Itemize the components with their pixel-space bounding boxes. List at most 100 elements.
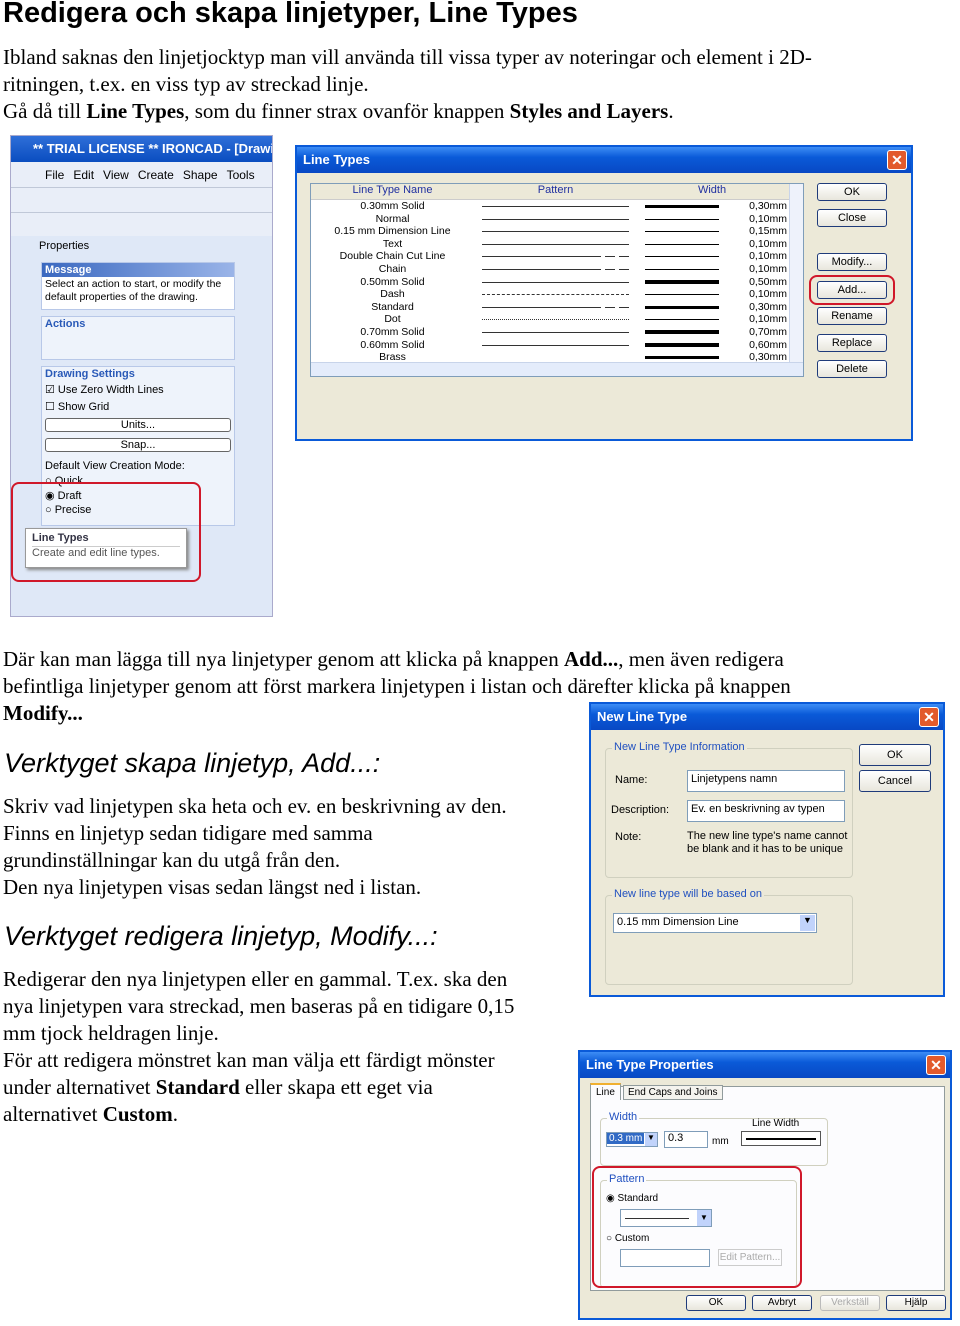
pattern-preview	[474, 200, 637, 213]
snap-button[interactable]: Snap...	[45, 438, 231, 452]
width-preview	[637, 250, 727, 263]
close-icon[interactable]: ✕	[926, 1055, 946, 1075]
paragraph-add: Skriv vad linjetypen ska heta och ev. en…	[3, 794, 507, 899]
width-preview	[637, 288, 727, 301]
heading-modify: Verktyget redigera linjetyp, Modify...:	[4, 921, 438, 951]
table-row[interactable]: 0.50mm Solid 0,50mm	[311, 276, 803, 289]
hjalp-button[interactable]: Hjälp	[886, 1295, 946, 1311]
tab-end-caps[interactable]: End Caps and Joins	[623, 1085, 723, 1100]
line-type-name: 0.15 mm Dimension Line	[334, 225, 451, 238]
table-row[interactable]: 0.30mm Solid 0,30mm	[311, 200, 803, 213]
width-input[interactable]: 0.3	[664, 1131, 708, 1148]
pattern-preview	[474, 326, 637, 339]
table-row[interactable]: Chain 0,10mm	[311, 263, 803, 276]
pattern-preview	[474, 213, 637, 226]
pattern-highlight	[592, 1166, 802, 1288]
table-row[interactable]: 0.60mm Solid 0,60mm	[311, 339, 803, 352]
width-preview	[637, 313, 727, 326]
show-grid-checkbox[interactable]: ☐ Show Grid	[42, 398, 234, 415]
close-button[interactable]: Close	[817, 209, 887, 227]
width-preview	[637, 276, 727, 289]
width-value: 0,50mm	[749, 275, 787, 288]
avbryt-button[interactable]: Avbryt	[752, 1295, 812, 1311]
table-row[interactable]: Standard 0,30mm	[311, 301, 803, 314]
zero-width-checkbox[interactable]: ☑ Use Zero Width Lines	[42, 381, 234, 398]
actions-panel: Actions	[41, 316, 235, 360]
ironcad-screenshot: ** TRIAL LICENSE ** IRONCAD - [Drawin Fi…	[10, 135, 273, 617]
line-type-name: Normal	[375, 212, 410, 225]
table-row[interactable]: Text 0,10mm	[311, 238, 803, 251]
line-type-name: Double Chain Cut Line	[339, 250, 446, 263]
width-value: 0,60mm	[749, 338, 787, 351]
horizontal-scrollbar[interactable]	[311, 362, 803, 376]
width-value: 0,30mm	[749, 300, 787, 313]
width-value: 0,15mm	[749, 225, 787, 238]
pattern-preview	[474, 263, 637, 276]
replace-button[interactable]: Replace	[817, 334, 887, 352]
note-text: The new line type's name cannot be blank…	[687, 830, 848, 855]
delete-button[interactable]: Delete	[817, 360, 887, 378]
menu-view[interactable]: View	[103, 168, 129, 187]
name-input[interactable]: Linjetypens namn	[687, 770, 845, 792]
line-type-name: 0.70mm Solid	[360, 325, 425, 338]
based-on-select[interactable]: 0.15 mm Dimension Line ▼	[613, 913, 817, 933]
table-row[interactable]: Normal 0,10mm	[311, 213, 803, 226]
ok-button[interactable]: OK	[686, 1295, 746, 1311]
based-on-group: New line type will be based on	[605, 888, 853, 985]
pattern-preview	[474, 250, 637, 263]
menu-tools[interactable]: Tools	[227, 168, 255, 187]
table-row[interactable]: Dash 0,10mm	[311, 288, 803, 301]
new-line-type-dialog: New Line Type ✕ New Line Type Information…	[589, 702, 945, 997]
line-width-preview	[741, 1131, 821, 1146]
width-preview	[637, 238, 727, 251]
line-type-properties-dialog: Line Type Properties ✕ Line End Caps and …	[578, 1050, 952, 1320]
pattern-preview	[474, 313, 637, 326]
table-row[interactable]: Double Chain Cut Line 0,10mm	[311, 250, 803, 263]
tab-line[interactable]: Line	[590, 1083, 621, 1100]
toolbar-2	[11, 212, 272, 236]
heading-add: Verktyget skapa linjetyp, Add...:	[4, 748, 381, 778]
pattern-preview	[474, 301, 637, 314]
chevron-down-icon: ▼	[800, 915, 815, 931]
line-types-dialog: Line Types ✕ Line Type Name Pattern Width 0…	[295, 145, 913, 441]
pattern-preview	[474, 339, 637, 352]
line-type-name: Standard	[371, 300, 414, 313]
properties-header: Properties	[39, 240, 90, 252]
pattern-preview	[474, 288, 637, 301]
pattern-preview	[474, 238, 637, 251]
modify-button[interactable]: Modify...	[817, 253, 887, 271]
pattern-preview	[474, 225, 637, 238]
table-row[interactable]: 0.70mm Solid 0,70mm	[311, 326, 803, 339]
table-row[interactable]: 0.15 mm Dimension Line 0,15mm	[311, 225, 803, 238]
app-title: ** TRIAL LICENSE ** IRONCAD - [Drawin	[11, 136, 272, 162]
width-select[interactable]: 0.3 mm ▼	[606, 1132, 658, 1147]
page-title: Redigera och skapa linjetyper, Line Type…	[3, 0, 578, 29]
width-value: 0,10mm	[749, 262, 787, 275]
ok-button[interactable]: OK	[859, 744, 931, 766]
menu-file[interactable]: File	[45, 168, 64, 187]
width-value: 0,10mm	[749, 313, 787, 326]
close-icon[interactable]: ✕	[919, 707, 939, 727]
menu-edit[interactable]: Edit	[73, 168, 94, 187]
intro-paragraph: Ibland saknas den linjetjocktyp man vill…	[3, 45, 812, 123]
cancel-button[interactable]: Cancel	[859, 770, 931, 792]
vertical-scrollbar[interactable]	[789, 184, 803, 362]
verkstall-button[interactable]: Verkställ	[820, 1295, 880, 1311]
width-preview	[637, 326, 727, 339]
pattern-preview	[474, 276, 637, 289]
table-row[interactable]: Dot 0,10mm	[311, 313, 803, 326]
toolbar	[11, 187, 272, 212]
units-button[interactable]: Units...	[45, 418, 231, 432]
width-preview	[637, 263, 727, 276]
line-type-name: 0.50mm Solid	[360, 275, 425, 288]
close-icon[interactable]: ✕	[887, 150, 907, 170]
menu-create[interactable]: Create	[138, 168, 174, 187]
rename-button[interactable]: Rename	[817, 307, 887, 325]
paragraph-modify: Redigerar den nya linjetypen eller en ga…	[3, 967, 515, 1126]
menu-shape[interactable]: Shape	[183, 168, 218, 187]
ok-button[interactable]: OK	[817, 183, 887, 201]
width-preview	[637, 213, 727, 226]
description-input[interactable]: Ev. en beskrivning av typen	[687, 800, 845, 822]
width-preview	[637, 339, 727, 352]
chevron-down-icon: ▼	[645, 1133, 657, 1146]
